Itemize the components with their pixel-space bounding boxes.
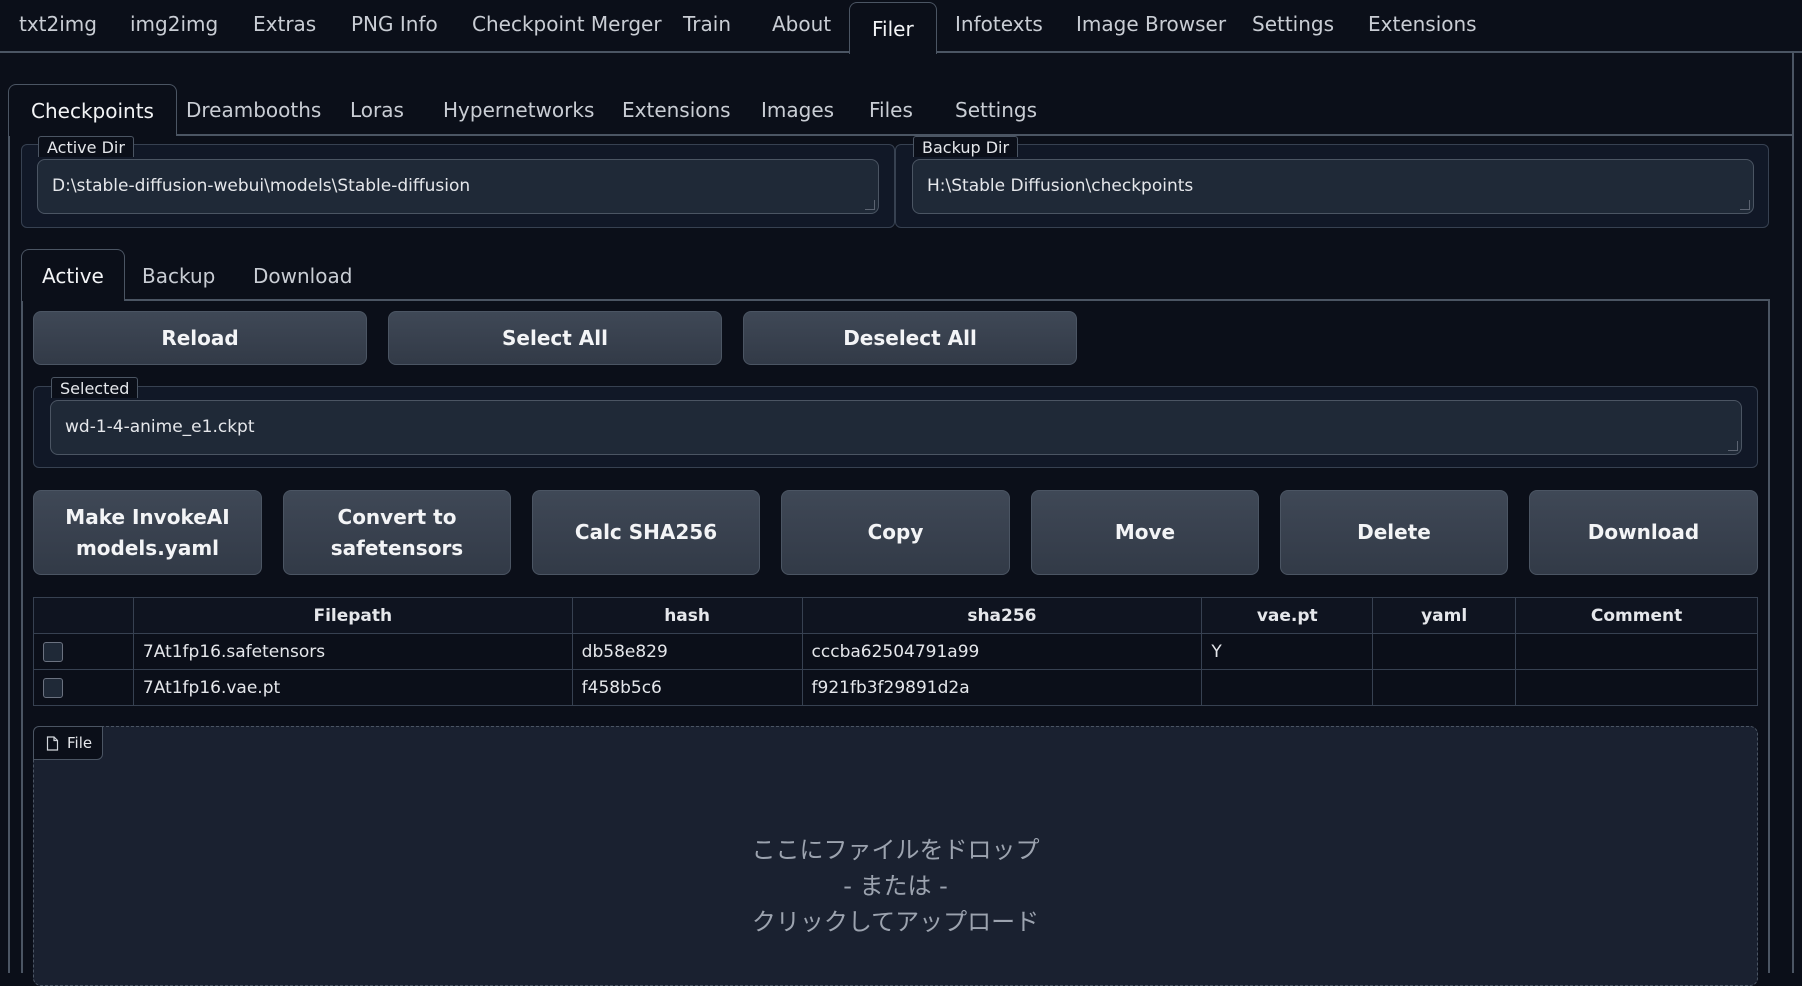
- backup-dir-value: H:\Stable Diffusion\checkpoints: [927, 176, 1194, 196]
- header-comment[interactable]: Comment: [1515, 597, 1758, 634]
- select-all-button[interactable]: Select All: [388, 311, 722, 365]
- header-filepath[interactable]: Filepath: [132, 597, 573, 634]
- selected-input[interactable]: wd-1-4-anime_e1.ckpt: [50, 400, 1742, 455]
- cell-comment: [1515, 669, 1758, 706]
- backup-dir-input[interactable]: H:\Stable Diffusion\checkpoints: [912, 159, 1754, 214]
- subtab-images[interactable]: Images: [761, 98, 834, 122]
- make-invokeai-line1: Make InvokeAI: [65, 504, 230, 529]
- selected-label: Selected: [51, 377, 139, 398]
- copy-button[interactable]: Copy: [781, 490, 1010, 575]
- tab-train[interactable]: Train: [683, 12, 731, 36]
- tab-img2img[interactable]: img2img: [130, 12, 218, 36]
- top-tab-bar: txt2img img2img Extras PNG Info Checkpoi…: [0, 0, 1802, 54]
- inner-tab-download[interactable]: Download: [253, 264, 352, 288]
- cell-filepath: 7At1fp16.vae.pt: [132, 669, 573, 706]
- selected-value: wd-1-4-anime_e1.ckpt: [65, 417, 255, 437]
- subtab-files[interactable]: Files: [869, 98, 913, 122]
- table-row: 7At1fp16.safetensors db58e829 cccba62504…: [33, 633, 1758, 670]
- calc-sha256-button[interactable]: Calc SHA256: [532, 490, 760, 575]
- active-dir-value: D:\stable-diffusion-webui\models\Stable-…: [52, 176, 471, 196]
- drop-text-line1: ここにファイルをドロップ: [751, 836, 1040, 864]
- subtab-extensions[interactable]: Extensions: [622, 98, 731, 122]
- tab-extras[interactable]: Extras: [253, 12, 316, 36]
- subtab-checkpoints[interactable]: Checkpoints: [8, 84, 177, 136]
- cell-filepath: 7At1fp16.safetensors: [132, 633, 573, 670]
- table-row: 7At1fp16.vae.pt f458b5c6 f921fb3f29891d2…: [33, 669, 1758, 706]
- tab-extensions[interactable]: Extensions: [1368, 12, 1477, 36]
- inner-tab-backup[interactable]: Backup: [142, 264, 215, 288]
- tab-image-browser[interactable]: Image Browser: [1076, 12, 1226, 36]
- tab-filer[interactable]: Filer: [849, 2, 937, 54]
- resize-grip-icon[interactable]: [1728, 441, 1738, 451]
- cell-hash: db58e829: [571, 633, 803, 670]
- tab-checkpoint-merger[interactable]: Checkpoint Merger: [472, 12, 662, 36]
- subtab-dreambooths[interactable]: Dreambooths: [186, 98, 321, 122]
- active-dir-input[interactable]: D:\stable-diffusion-webui\models\Stable-…: [37, 159, 879, 214]
- cell-sha256: f921fb3f29891d2a: [801, 669, 1203, 706]
- header-vae[interactable]: vae.pt: [1201, 597, 1374, 634]
- delete-button[interactable]: Delete: [1280, 490, 1508, 575]
- inner-panel-left-border: [21, 299, 23, 973]
- cell-vae: [1201, 669, 1374, 706]
- tab-png-info[interactable]: PNG Info: [351, 12, 438, 36]
- table-header-row: Filepath hash sha256 vae.pt yaml Comment: [33, 597, 1758, 634]
- subtab-hypernetworks[interactable]: Hypernetworks: [443, 98, 594, 122]
- tab-infotexts[interactable]: Infotexts: [955, 12, 1043, 36]
- row-checkbox[interactable]: [43, 641, 63, 662]
- file-icon: [46, 735, 59, 751]
- tab-settings[interactable]: Settings: [1252, 12, 1334, 36]
- inner-tab-active[interactable]: Active: [21, 249, 125, 301]
- frame-left-border: [8, 130, 10, 973]
- frame-right-border: [1792, 51, 1794, 973]
- move-button[interactable]: Move: [1031, 490, 1259, 575]
- header-select: [33, 597, 134, 634]
- inner-tabs-divider: [118, 299, 1770, 301]
- header-hash[interactable]: hash: [571, 597, 803, 634]
- cell-yaml: [1372, 633, 1517, 670]
- drop-text-line3: クリックしてアップロード: [751, 908, 1040, 936]
- header-sha256[interactable]: sha256: [801, 597, 1203, 634]
- row-checkbox[interactable]: [43, 677, 63, 698]
- make-invokeai-line2: models.yaml: [75, 535, 220, 560]
- resize-grip-icon[interactable]: [1740, 200, 1750, 210]
- convert-line1: Convert to: [337, 504, 457, 529]
- header-yaml[interactable]: yaml: [1372, 597, 1517, 634]
- file-badge: File: [33, 726, 104, 760]
- reload-button[interactable]: Reload: [33, 311, 367, 365]
- backup-dir-label: Backup Dir: [913, 136, 1019, 157]
- file-badge-label: File: [67, 734, 93, 752]
- files-table: Filepath hash sha256 vae.pt yaml Comment…: [33, 597, 1758, 706]
- active-dir-label: Active Dir: [38, 136, 134, 157]
- subtab-loras[interactable]: Loras: [350, 98, 404, 122]
- resize-grip-icon[interactable]: [865, 200, 875, 210]
- cell-sha256: cccba62504791a99: [801, 633, 1203, 670]
- cell-vae: Y: [1201, 633, 1374, 670]
- drop-text-line2: - または -: [843, 872, 948, 900]
- cell-yaml: [1372, 669, 1517, 706]
- convert-line2: safetensors: [330, 535, 464, 560]
- tab-about[interactable]: About: [772, 12, 831, 36]
- deselect-all-button[interactable]: Deselect All: [743, 311, 1077, 365]
- subtab-settings[interactable]: Settings: [955, 98, 1037, 122]
- make-invokeai-yaml-button[interactable]: Make InvokeAI models.yaml: [33, 490, 262, 575]
- download-button[interactable]: Download: [1529, 490, 1758, 575]
- row-checkbox-cell: [33, 633, 134, 670]
- cell-hash: f458b5c6: [571, 669, 803, 706]
- tab-txt2img[interactable]: txt2img: [19, 12, 97, 36]
- row-checkbox-cell: [33, 669, 134, 706]
- inner-panel-right-border: [1768, 299, 1770, 973]
- convert-safetensors-button[interactable]: Convert to safetensors: [283, 490, 511, 575]
- cell-comment: [1515, 633, 1758, 670]
